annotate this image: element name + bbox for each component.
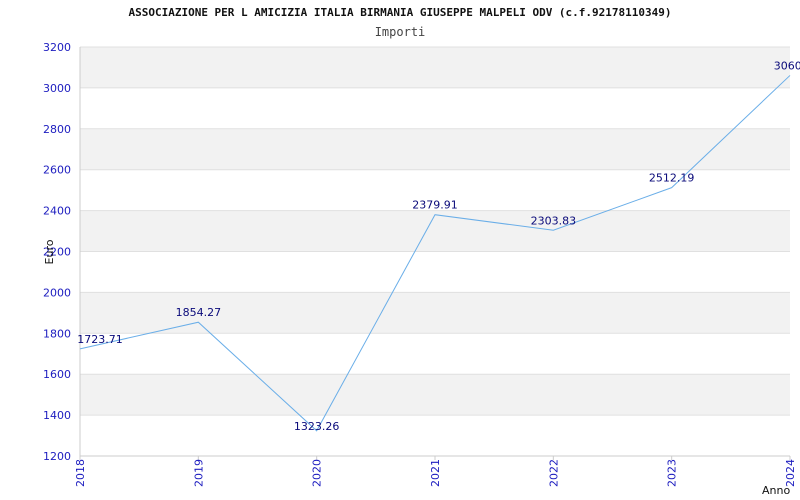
y-tick-label: 2000: [43, 286, 71, 299]
x-tick-label: 2019: [192, 459, 205, 487]
y-axis-label: Euro: [43, 239, 56, 264]
grid-band: [80, 47, 790, 88]
grid-band: [80, 128, 790, 170]
data-label: 3060.9: [774, 59, 800, 72]
x-tick-labels: 2018 2019 2020 2021 2022 2023 2024: [74, 456, 797, 487]
x-tick-label: 2018: [74, 459, 87, 487]
x-tick-label: 2021: [429, 459, 442, 487]
data-label: 2512.19: [649, 172, 695, 185]
y-tick-label: 3200: [43, 41, 71, 54]
x-axis-label: Anno: [762, 484, 790, 497]
data-label: 1854.27: [176, 306, 222, 319]
y-tick-label: 2600: [43, 164, 71, 177]
y-tick-label: 2800: [43, 123, 71, 136]
data-label: 2303.83: [531, 214, 577, 227]
y-tick-label: 1400: [43, 409, 71, 422]
y-tick-label: 2400: [43, 205, 71, 218]
x-tick-label: 2024: [784, 459, 797, 487]
x-tick-label: 2020: [311, 459, 324, 487]
x-tick-label: 2022: [547, 459, 560, 487]
y-tick-label: 1800: [43, 327, 71, 340]
data-label: 1323.26: [294, 420, 340, 433]
line-chart: 1200140016001800200022002400260028003000…: [43, 41, 800, 497]
grid-band: [80, 374, 790, 416]
y-tick-label: 1600: [43, 368, 71, 381]
data-label: 2379.91: [412, 199, 458, 212]
grid-band: [80, 210, 790, 252]
grid-bands: [80, 47, 790, 416]
y-tick-label: 3000: [43, 82, 71, 95]
data-label: 1723.71: [77, 333, 123, 346]
y-tick-label: 1200: [43, 450, 71, 463]
x-tick-label: 2023: [666, 459, 679, 487]
